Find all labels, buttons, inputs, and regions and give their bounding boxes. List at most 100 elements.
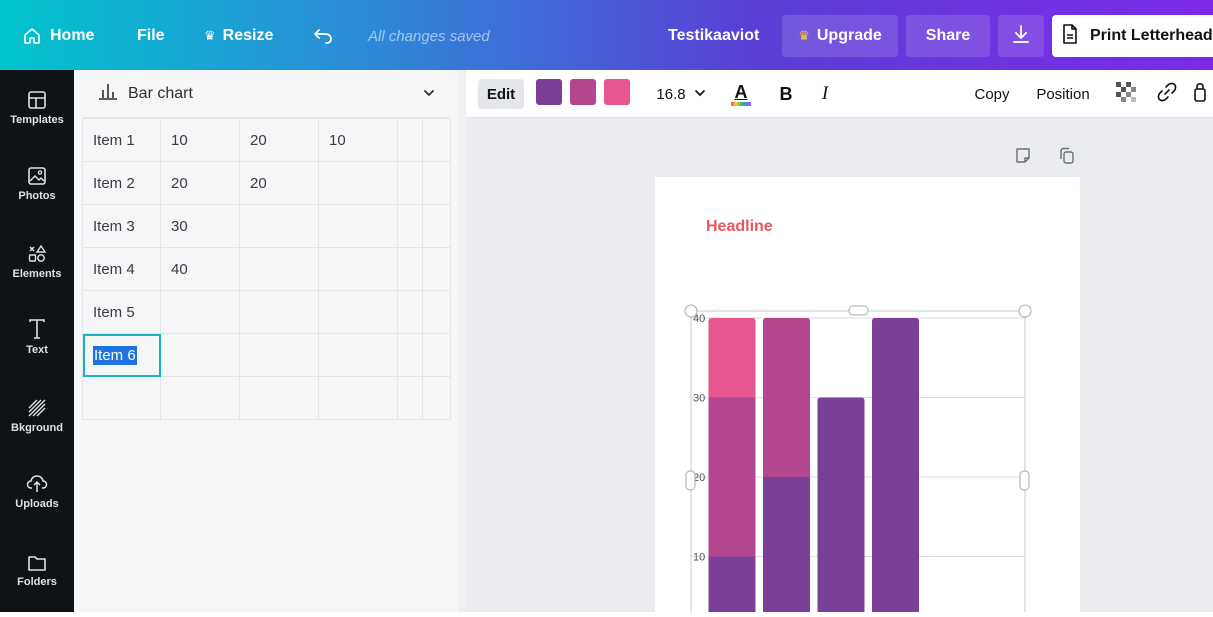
data-cell[interactable] [239,333,319,377]
sidebar-label: Elements [12,268,62,280]
data-cell[interactable] [82,376,161,420]
sidebar-item-folders[interactable]: Folders [0,546,74,606]
background-icon [27,392,47,418]
data-cell[interactable] [397,247,423,291]
copy-label: Copy [974,85,1010,103]
resize-button[interactable]: ♛ Resize [204,23,273,49]
download-button[interactable] [998,15,1044,57]
upgrade-label: Upgrade [816,27,882,44]
color-swatch-1[interactable] [536,79,562,105]
data-cell[interactable] [239,290,319,334]
top-bar: Home File ♛ Resize All changes saved Tes… [0,0,1213,70]
document-icon [1062,23,1078,49]
data-cell[interactable]: Item 1 [82,118,161,162]
document-title[interactable]: Testikaaviot [668,23,759,49]
data-cell[interactable] [318,161,398,205]
data-cell[interactable] [318,247,398,291]
font-size-selector[interactable]: 16.8 [652,79,710,109]
undo-button[interactable] [312,23,334,49]
undo-icon [312,26,334,46]
chart-type-selector[interactable]: Bar chart [82,70,450,118]
data-cell[interactable] [422,118,451,162]
photos-icon [27,160,47,186]
data-cell[interactable] [422,247,451,291]
position-button[interactable]: Position [1030,79,1096,109]
data-cell[interactable] [239,204,319,248]
uploads-icon [26,468,48,494]
data-cell[interactable] [422,204,451,248]
home-icon [22,26,42,46]
color-swatch-2[interactable] [570,79,596,105]
page-controls [1014,146,1084,168]
data-cell[interactable] [397,333,423,377]
upgrade-button[interactable]: ♛ Upgrade [782,15,898,57]
italic-button[interactable]: I [812,79,838,109]
data-cell[interactable]: 20 [239,161,319,205]
data-cell[interactable] [160,290,240,334]
sidebar-item-text[interactable]: Text [0,314,74,374]
data-cell[interactable]: 20 [160,161,240,205]
table-row: Item 1 10 20 10 [82,118,451,162]
data-cell[interactable] [160,376,240,420]
data-cell[interactable] [422,161,451,205]
link-icon [1157,82,1177,107]
duplicate-page-icon[interactable] [1058,146,1076,171]
sidebar-item-photos[interactable]: Photos [0,160,74,220]
data-cell[interactable]: Item 2 [82,161,161,205]
data-cell[interactable] [422,290,451,334]
data-cell[interactable]: 40 [160,247,240,291]
data-cell[interactable]: 30 [160,204,240,248]
sidebar-item-background[interactable]: Bkground [0,392,74,452]
data-cell[interactable] [397,290,423,334]
table-row: Item 5 [82,290,451,334]
data-cell[interactable]: Item 6 [82,333,161,377]
data-cell[interactable] [160,333,240,377]
data-cell[interactable]: Item 4 [82,247,161,291]
data-cell[interactable]: Item 3 [82,204,161,248]
data-cell[interactable]: 10 [160,118,240,162]
data-cell[interactable] [239,376,319,420]
table-row: Item 3 30 [82,204,451,248]
edit-chart-button[interactable]: Edit [478,79,524,109]
panel-scrollbar[interactable] [458,70,466,612]
data-cell[interactable]: 20 [239,118,319,162]
data-cell[interactable] [318,204,398,248]
sidebar-item-elements[interactable]: Elements [0,238,74,298]
link-button[interactable] [1154,79,1180,109]
text-color-button[interactable]: A [724,79,758,109]
data-cell[interactable] [422,333,451,377]
data-cell[interactable] [397,118,423,162]
sidebar-item-uploads[interactable]: Uploads [0,468,74,528]
data-cell[interactable] [397,204,423,248]
transparency-button[interactable] [1114,79,1138,109]
data-cell[interactable]: Item 5 [82,290,161,334]
copy-button[interactable]: Copy [966,79,1018,109]
bold-button[interactable]: B [772,79,800,109]
design-page[interactable] [655,177,1080,617]
rainbow-bar [731,101,751,106]
home-button[interactable]: Home [22,23,94,49]
headline-text[interactable]: Headline [706,218,773,236]
print-letterhead-button[interactable]: Print Letterhead [1052,15,1213,57]
sidebar-label: Text [26,344,48,356]
sidebar-item-templates[interactable]: Templates [0,84,74,144]
editor-toolbar: Edit 16.8 A B I Copy Position [466,70,1213,118]
data-cell[interactable] [397,161,423,205]
data-cell[interactable]: 10 [318,118,398,162]
data-cell[interactable] [397,376,423,420]
text-color-icon: A [734,81,748,102]
sidebar-label: Templates [10,114,64,126]
table-row: Item 2 20 20 [82,161,451,205]
data-cell[interactable] [318,290,398,334]
data-cell[interactable] [318,376,398,420]
data-cell[interactable] [318,333,398,377]
file-menu[interactable]: File [137,23,165,49]
edit-label: Edit [486,85,516,103]
data-cell[interactable] [239,247,319,291]
color-swatch-3[interactable] [604,79,630,105]
note-icon[interactable] [1014,146,1032,171]
share-button[interactable]: Share [906,15,990,57]
more-button[interactable] [1192,79,1208,109]
lock-icon [1194,81,1206,108]
data-cell[interactable] [422,376,451,420]
